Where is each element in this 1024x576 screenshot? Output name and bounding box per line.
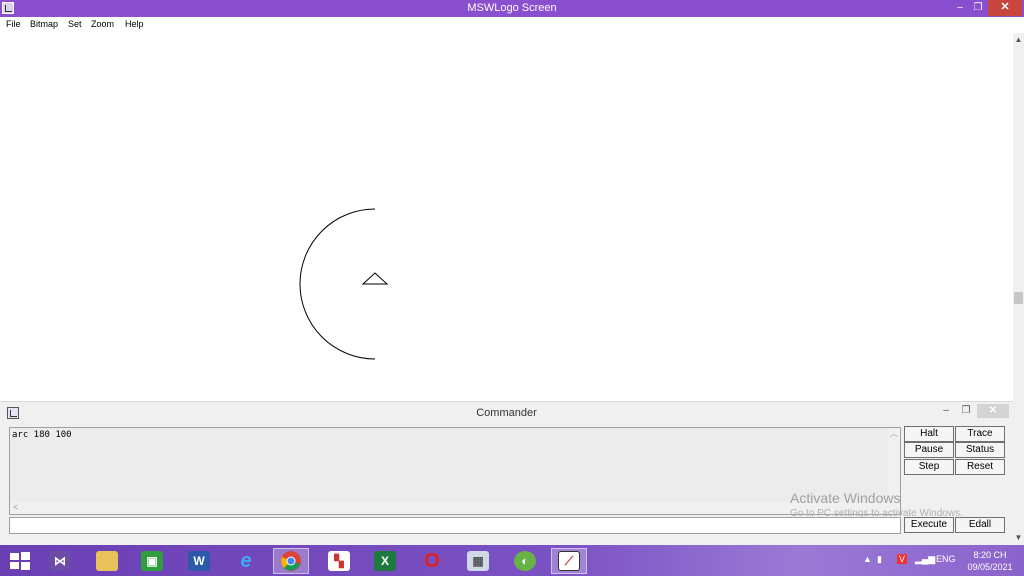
vertical-scrollbar[interactable]: ▲ ▼	[1013, 33, 1024, 545]
chevron-up-icon[interactable]: ︿	[890, 428, 898, 439]
execute-button[interactable]: Execute	[904, 517, 954, 533]
mswlogo-icon: ⟋	[558, 551, 580, 571]
maximize-button[interactable]: ❐	[970, 0, 986, 16]
title-bar[interactable]: MSWLogo Screen – ❐ ✕	[0, 0, 1024, 17]
step-button[interactable]: Step	[904, 459, 954, 475]
taskbar-store[interactable]: ▣	[134, 548, 170, 574]
word-icon: W	[188, 551, 210, 571]
menu-bitmap[interactable]: Bitmap	[30, 19, 58, 29]
taskbar-internet-explorer[interactable]: e	[228, 548, 264, 574]
store-icon: ▣	[141, 551, 163, 571]
taskbar-word[interactable]: W	[181, 548, 217, 574]
command-history[interactable]: arc 180 100 ︿ <	[9, 427, 901, 515]
taskbar-mswlogo[interactable]: ⟋	[551, 548, 587, 574]
taskbar-excel[interactable]: X	[367, 548, 403, 574]
scroll-thumb[interactable]	[1014, 292, 1023, 304]
chevron-left-icon[interactable]: <	[13, 502, 18, 512]
trace-button[interactable]: Trace	[955, 426, 1005, 442]
commander-close-button[interactable]: ✕	[977, 404, 1009, 418]
tray-expand-icon[interactable]: ▲	[863, 554, 872, 564]
taskbar-coccoc[interactable]: ◐	[507, 548, 543, 574]
internet-explorer-icon: e	[240, 549, 252, 572]
drawing-canvas[interactable]	[0, 33, 1013, 401]
antivirus-icon[interactable]: V	[897, 554, 908, 564]
canvas-drawing	[299, 208, 389, 360]
reset-button[interactable]: Reset	[955, 459, 1005, 475]
signal-icon[interactable]: ▂▄▆	[915, 554, 935, 565]
clock-time[interactable]: 8:20 CH	[970, 550, 1010, 560]
commander-minimize-button[interactable]: –	[940, 404, 952, 418]
start-button[interactable]	[2, 548, 38, 574]
menu-help[interactable]: Help	[125, 19, 144, 29]
minimize-button[interactable]: –	[950, 0, 970, 16]
visual-studio-icon: ⋈	[49, 551, 71, 571]
clock-date[interactable]: 09/05/2021	[962, 562, 1018, 572]
taskbar-paint[interactable]: ▚	[321, 548, 357, 574]
close-button[interactable]: ✕	[988, 0, 1022, 16]
activation-watermark-title: Activate Windows	[790, 490, 901, 506]
excel-icon: X	[374, 551, 396, 571]
opera-icon: O	[424, 549, 440, 572]
commander-title: Commander	[476, 407, 537, 419]
scroll-down-icon[interactable]: ▼	[1014, 533, 1023, 542]
window-title: MSWLogo Screen	[467, 2, 557, 14]
file-explorer-icon	[96, 551, 118, 571]
paint-icon: ▚	[328, 551, 350, 571]
taskbar-calculator[interactable]: ▦	[460, 548, 496, 574]
pause-button[interactable]: Pause	[904, 442, 954, 458]
calculator-icon: ▦	[467, 551, 489, 571]
turtle-icon	[361, 272, 389, 285]
commander-panel: Commander – ❐ ✕ arc 180 100 ︿ < Halt Tra…	[0, 401, 1013, 545]
language-indicator[interactable]: ENG	[936, 554, 956, 564]
history-line[interactable]: arc 180 100	[12, 430, 72, 440]
start-icon	[10, 552, 30, 570]
commander-maximize-button[interactable]: ❐	[960, 404, 972, 418]
taskbar-visual-studio[interactable]: ⋈	[42, 548, 78, 574]
mswlogo-window: MSWLogo Screen – ❐ ✕ File Bitmap Set Zoo…	[0, 0, 1024, 545]
scroll-up-icon[interactable]: ▲	[1014, 35, 1023, 44]
taskbar-file-explorer[interactable]	[89, 548, 125, 574]
menu-zoom[interactable]: Zoom	[91, 19, 114, 29]
history-horizontal-scrollbar[interactable]: <	[10, 502, 888, 514]
taskbar-chrome[interactable]	[273, 548, 309, 574]
taskbar: ⋈ ▣ W e ▚ X O ▦ ◐ ⟋ ▲ ▮ V ▂▄▆ ENG	[0, 545, 1024, 576]
menu-bar: File Bitmap Set Zoom Help	[0, 17, 1024, 33]
coccoc-icon: ◐	[514, 551, 536, 571]
status-button[interactable]: Status	[955, 442, 1005, 458]
network-icon[interactable]: ▮	[877, 554, 882, 565]
menu-set[interactable]: Set	[68, 19, 82, 29]
edall-button[interactable]: Edall	[955, 517, 1005, 533]
command-input[interactable]	[9, 517, 901, 534]
menu-file[interactable]: File	[6, 19, 21, 29]
chrome-icon	[281, 551, 301, 571]
taskbar-opera[interactable]: O	[414, 548, 450, 574]
halt-button[interactable]: Halt	[904, 426, 954, 442]
